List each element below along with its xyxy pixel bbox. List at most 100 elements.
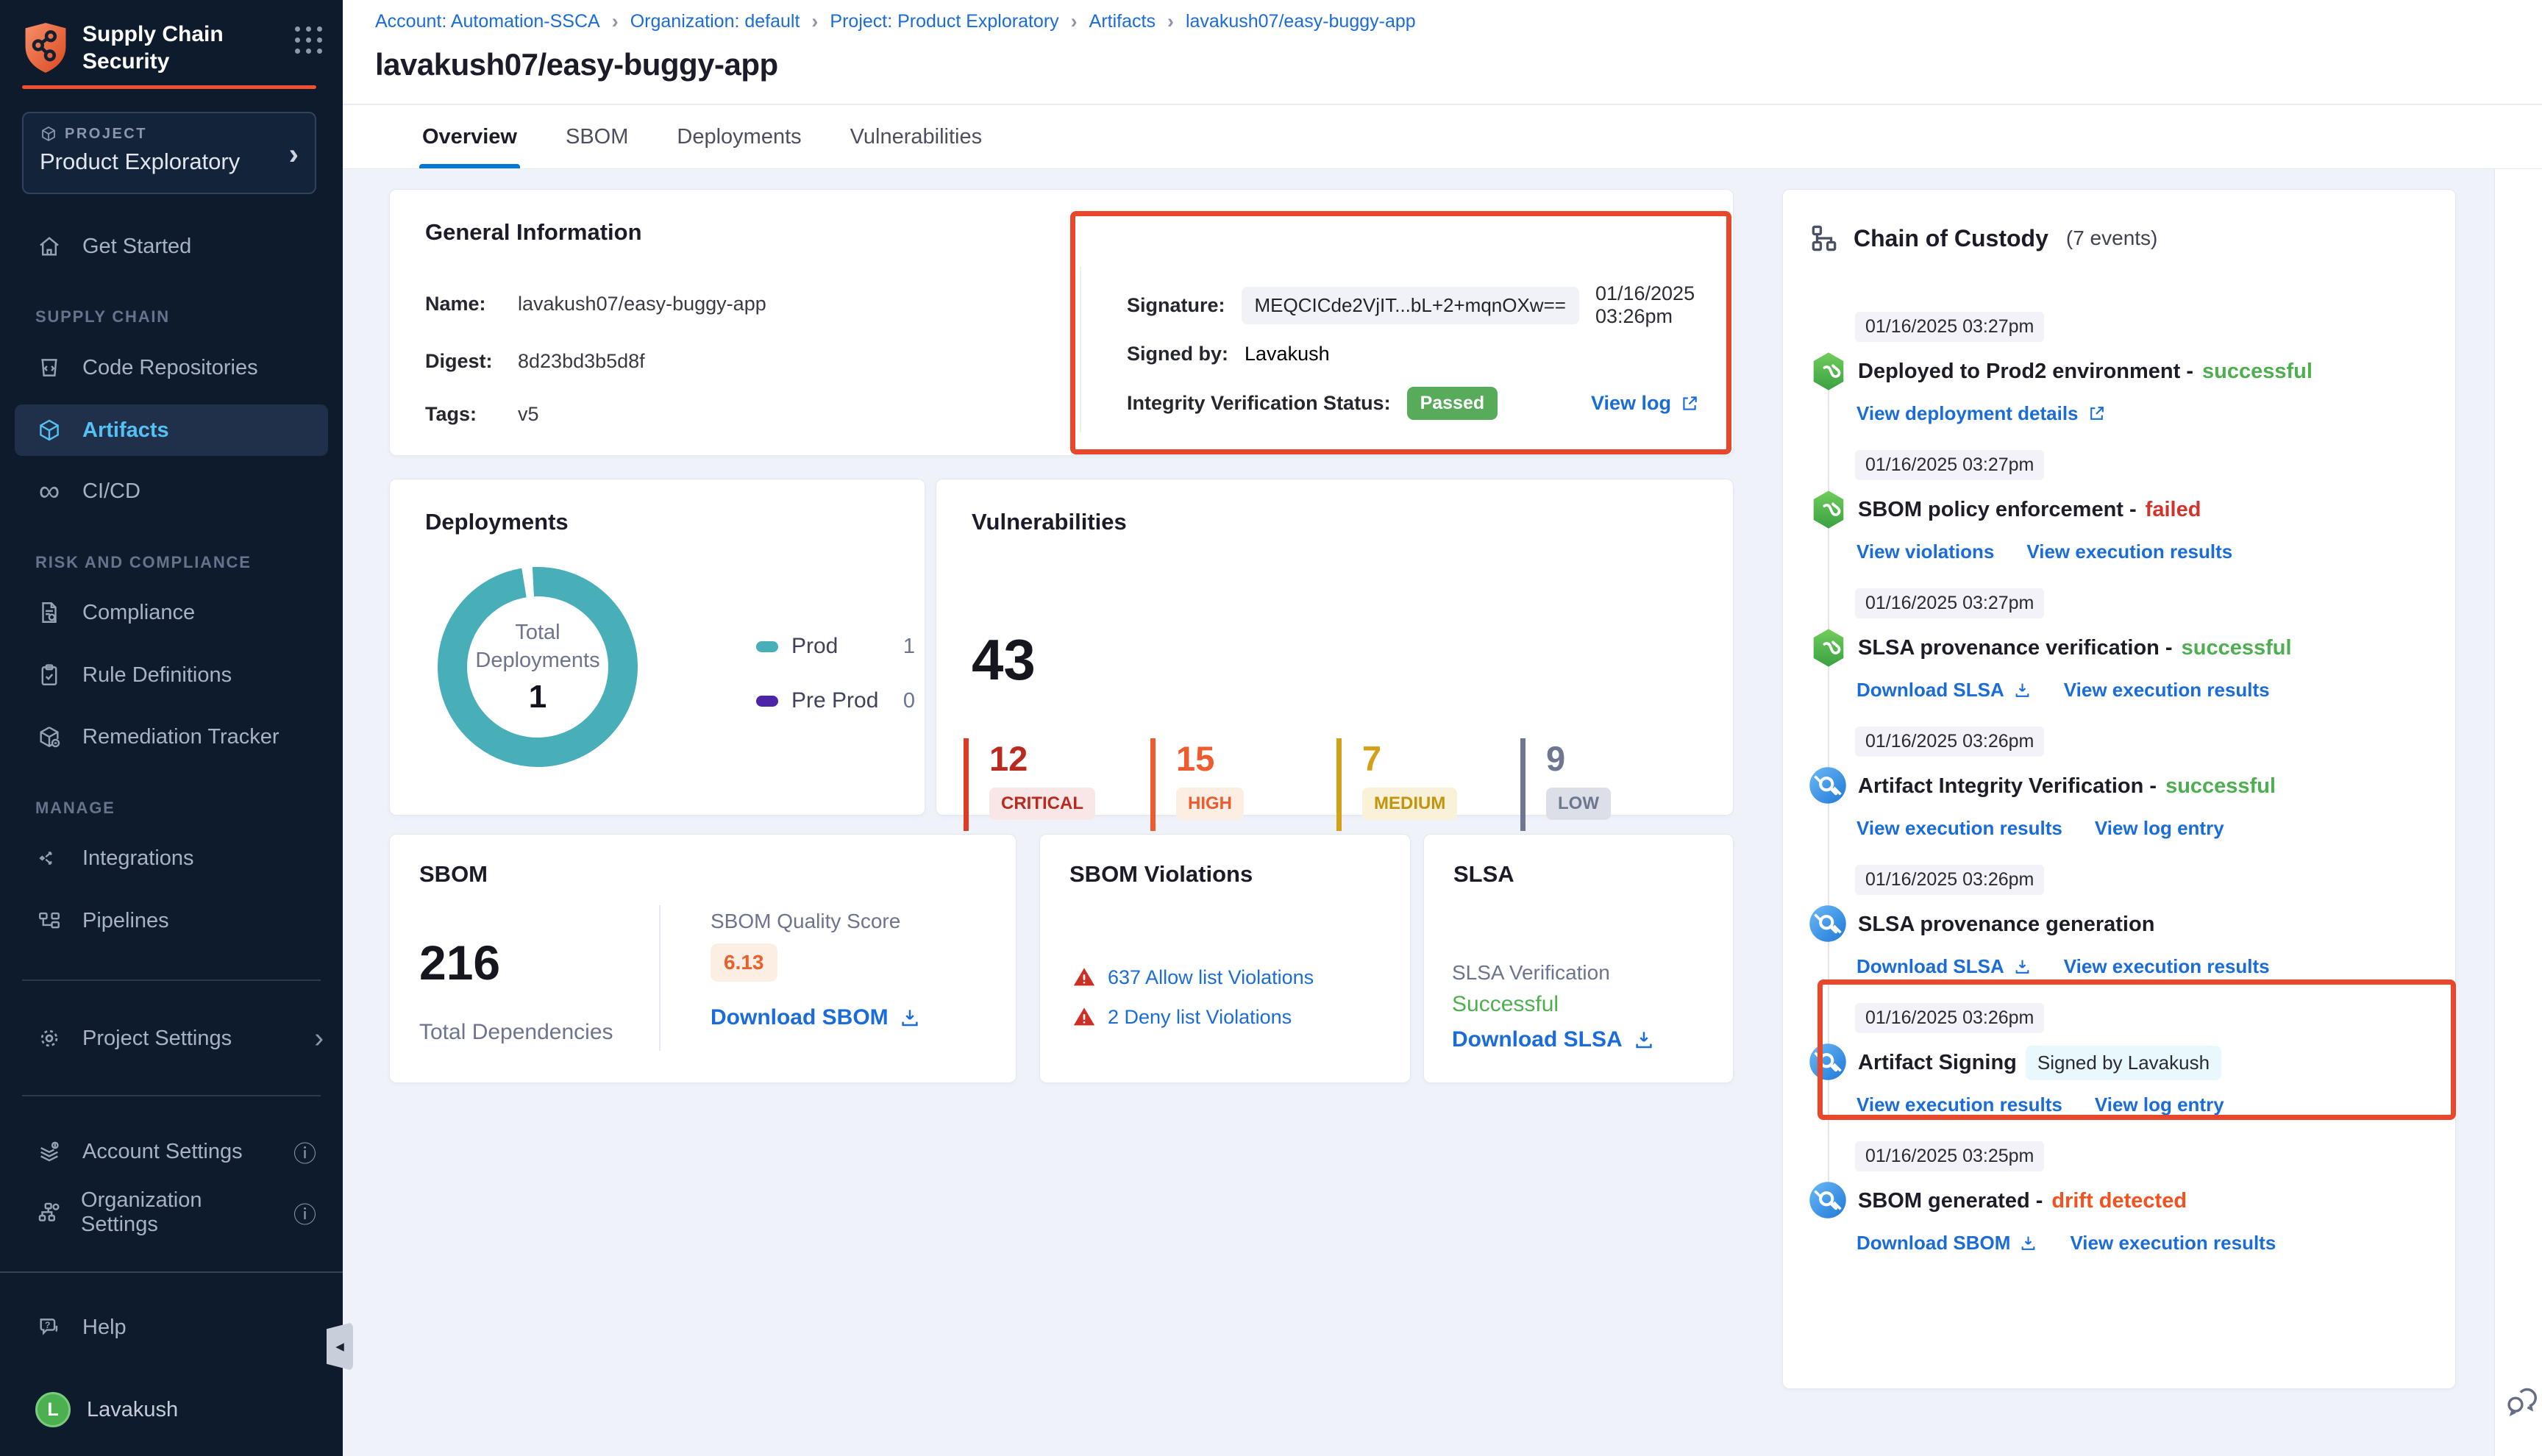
view-violations-link[interactable]: View violations [1856, 540, 1994, 563]
event-link-label: View execution results [1856, 1093, 2062, 1116]
download-slsa-link[interactable]: Download SLSA [1452, 1027, 1655, 1052]
severity-low[interactable]: 9 LOW [1520, 738, 1611, 831]
sidebar-item-project-settings[interactable]: Project Settings › [15, 1015, 328, 1062]
download-slsa-link[interactable]: Download SLSA [1856, 679, 2032, 702]
severity-count: 7 [1362, 738, 1457, 779]
org-gear-icon [35, 1200, 62, 1225]
breadcrumb-artifacts[interactable]: Artifacts [1089, 11, 1156, 32]
severity-high[interactable]: 15 HIGH [1150, 738, 1244, 831]
sidebar-item-cicd[interactable]: ∞ CI/CD [15, 468, 328, 515]
view-log-link[interactable]: View log [1591, 392, 1699, 415]
artifact-tags: v5 [518, 403, 539, 426]
download-icon [2013, 957, 2032, 976]
sidebar-item-account-settings[interactable]: Account Settings ⓘ [15, 1128, 328, 1175]
timeline-event-slsa-verification: 01/16/2025 03:27pm SLSA provenance verif… [1808, 588, 2426, 702]
allow-list-violations-link[interactable]: 637 Allow list Violations [1072, 966, 1314, 989]
sidebar-item-integrations[interactable]: Integrations [15, 835, 328, 882]
name-label: Name: [425, 293, 499, 315]
timeline-event-sbom-policy: 01/16/2025 03:27pm SBOM policy enforceme… [1808, 450, 2426, 563]
event-timestamp: 01/16/2025 03:27pm [1855, 450, 2044, 480]
signature-value[interactable]: MEQCICde2VjIT...bL+2+mqnOXw== [1242, 287, 1579, 324]
sidebar-item-pipelines[interactable]: Pipelines [15, 897, 328, 944]
help-chat-icon: ? [35, 1315, 63, 1340]
sidebar-item-label: Rule Definitions [82, 663, 232, 688]
sidebar-item-remediation-tracker[interactable]: Remediation Tracker [15, 713, 328, 760]
deny-list-violations-link[interactable]: 2 Deny list Violations [1072, 1005, 1292, 1029]
view-deployment-details-link[interactable]: View deployment details [1856, 402, 2106, 425]
download-slsa-link[interactable]: Download SLSA [1856, 955, 2032, 978]
app-switcher-grid-icon[interactable] [295, 26, 324, 55]
download-sbom-link[interactable]: Download SBOM [1856, 1232, 2037, 1255]
breadcrumb-current[interactable]: lavakush07/easy-buggy-app [1186, 11, 1416, 32]
scan-circle-icon [1808, 766, 1849, 807]
event-title: Deployed to Prod2 environment - [1858, 360, 2193, 384]
sidebar-item-label: Project Settings [82, 1027, 232, 1051]
timeline-event-sbom-generated: 01/16/2025 03:25pm SBOM generated - drif… [1808, 1141, 2426, 1255]
user-menu[interactable]: L Lavakush [15, 1386, 328, 1433]
sbom-total-dependencies: 216 [419, 935, 500, 991]
breadcrumb-separator: › [612, 10, 619, 33]
sidebar-item-artifacts[interactable]: Artifacts [15, 404, 328, 456]
sidebar-item-rule-definitions[interactable]: Rule Definitions [15, 652, 328, 699]
view-execution-results-link[interactable]: View execution results [2070, 1232, 2276, 1255]
download-sbom-link[interactable]: Download SBOM [711, 1005, 921, 1030]
sidebar-divider [22, 1095, 321, 1096]
event-timestamp: 01/16/2025 03:26pm [1855, 865, 2044, 895]
view-execution-results-link[interactable]: View execution results [1856, 817, 2062, 840]
severity-critical[interactable]: 12 CRITICAL [964, 738, 1095, 831]
sidebar-item-get-started[interactable]: Get Started [15, 223, 328, 270]
sidebar-item-help[interactable]: ? Help [15, 1304, 328, 1351]
scan-circle-icon [1808, 1042, 1849, 1083]
vertical-divider [1080, 266, 1081, 432]
download-slsa-label: Download SLSA [1452, 1027, 1623, 1052]
view-log-entry-link[interactable]: View log entry [2095, 817, 2224, 840]
timeline-event-slsa-generation: 01/16/2025 03:26pm SLSA provenance gener… [1808, 865, 2426, 978]
overview-content: General Information Name: lavakush07/eas… [343, 169, 2542, 1456]
tab-bar: Overview SBOM Deployments Vulnerabilitie… [422, 105, 982, 169]
sidebar-item-organization-settings[interactable]: Organization Settings ⓘ [15, 1189, 328, 1236]
sidebar-section-risk: RISK AND COMPLIANCE [35, 553, 252, 572]
breadcrumb-account[interactable]: Account: Automation-SSCA [375, 11, 600, 32]
support-chat-icon[interactable] [2502, 1381, 2541, 1419]
tab-vulnerabilities[interactable]: Vulnerabilities [850, 105, 982, 169]
event-title: SBOM generated - [1858, 1189, 2043, 1213]
view-log-entry-link[interactable]: View log entry [2095, 1093, 2224, 1116]
tab-overview[interactable]: Overview [422, 105, 517, 169]
info-circle-icon[interactable]: ⓘ [293, 1135, 316, 1168]
view-execution-results-link[interactable]: View execution results [2064, 955, 2270, 978]
deployments-donut-chart[interactable]: Total Deployments 1 [416, 546, 659, 788]
severity-medium[interactable]: 7 MEDIUM [1336, 738, 1457, 831]
timeline-event-deployed-prod2: 01/16/2025 03:27pm Deployed to Prod2 env… [1808, 312, 2426, 425]
download-sbom-label: Download SBOM [711, 1005, 889, 1030]
breadcrumb-organization[interactable]: Organization: default [630, 11, 800, 32]
code-repository-icon [35, 355, 63, 380]
breadcrumb-project[interactable]: Project: Product Exploratory [830, 11, 1058, 32]
infinity-icon: ∞ [35, 479, 63, 504]
sidebar-collapse-handle[interactable]: ◀ [327, 1322, 353, 1371]
severity-badge: LOW [1546, 788, 1611, 820]
view-execution-results-link[interactable]: View execution results [2026, 540, 2232, 563]
sidebar-item-compliance[interactable]: Compliance [15, 589, 328, 636]
tab-sbom[interactable]: SBOM [566, 105, 628, 169]
chain-of-custody-card: Chain of Custody (7 events) 01/16/2025 0… [1782, 189, 2456, 1389]
integrations-share-icon [35, 846, 63, 871]
view-execution-results-link[interactable]: View execution results [2064, 679, 2270, 702]
legend-item-prod[interactable]: Prod 1 [756, 634, 915, 659]
signed-by-label: Signed by: [1127, 343, 1228, 365]
artifacts-cube-icon [35, 418, 63, 443]
view-execution-results-link[interactable]: View execution results [1856, 1093, 2062, 1116]
sidebar-item-code-repositories[interactable]: Code Repositories [15, 344, 328, 391]
download-icon [1633, 1029, 1655, 1051]
page-title: lavakush07/easy-buggy-app [375, 47, 778, 82]
avatar: L [35, 1392, 71, 1427]
legend-value: 1 [903, 635, 915, 659]
breadcrumb-separator: › [811, 10, 818, 33]
legend-item-pre-prod[interactable]: Pre Prod 0 [756, 688, 915, 713]
tab-deployments[interactable]: Deployments [677, 105, 801, 169]
info-circle-icon[interactable]: ⓘ [293, 1196, 316, 1230]
sidebar-item-label: Compliance [82, 601, 195, 625]
sidebar-divider [22, 979, 321, 981]
clipboard-check-icon [35, 663, 63, 688]
external-link-icon [2087, 404, 2106, 423]
project-selector[interactable]: PROJECT Product Exploratory › [22, 112, 316, 194]
